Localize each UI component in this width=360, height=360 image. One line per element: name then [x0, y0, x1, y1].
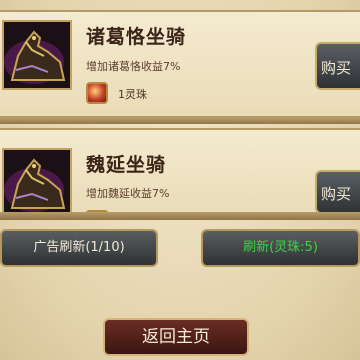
refresh-button[interactable]: 刷新(灵珠:5): [201, 229, 360, 267]
divider: [0, 118, 360, 124]
ad-refresh-button[interactable]: 广告刷新(1/10): [0, 229, 158, 267]
button-bar-top: [0, 212, 360, 220]
mount-title: 诸葛恪坐骑: [86, 26, 187, 48]
horse-mount-icon: [2, 148, 72, 218]
return-home-button[interactable]: 返回主页: [103, 318, 249, 356]
buy-button[interactable]: 购买: [315, 170, 360, 214]
mount-description: 增加诸葛恪收益7%: [86, 60, 181, 73]
horse-mount-icon: [2, 20, 72, 90]
mount-title: 魏延坐骑: [86, 154, 167, 176]
mount-card-1: 诸葛恪坐骑 增加诸葛恪收益7% 1灵珠 购买: [0, 10, 360, 118]
mount-description: 增加魏延收益7%: [86, 187, 170, 200]
spirit-pearl-icon: [86, 82, 108, 104]
cost-label: 1灵珠: [118, 88, 147, 101]
mount-card-2: 魏延坐骑 增加魏延收益7% 购买: [0, 128, 360, 218]
buy-button[interactable]: 购买: [315, 42, 360, 90]
